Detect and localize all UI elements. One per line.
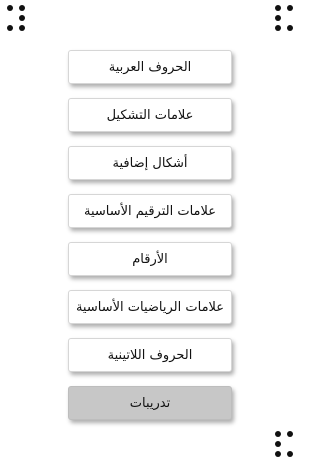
menu-button-label: علامات الرياضيات الأساسية (75, 299, 225, 315)
menu-button-label: الأرقام (132, 251, 168, 267)
menu-button-label: الحروف اللاتينية (107, 347, 193, 363)
menu-button-label: علامات الترقيم الأساسية (83, 203, 217, 219)
braille-cell-icon (275, 431, 295, 457)
menu-button-additional-shapes[interactable]: أشكال إضافية (68, 146, 232, 180)
braille-dot (287, 431, 293, 437)
braille-dot (275, 5, 281, 11)
menu-button-punctuation[interactable]: علامات الترقيم الأساسية (68, 194, 232, 228)
menu-button-label: تدريبات (129, 395, 171, 411)
braille-dot (275, 451, 281, 457)
braille-dot (19, 25, 25, 31)
braille-dot (7, 25, 13, 31)
menu-button-arabic-letters[interactable]: الحروف العربية (68, 50, 232, 84)
braille-dot (7, 5, 13, 11)
menu-button-label: أشكال إضافية (112, 155, 188, 171)
braille-dot (275, 441, 281, 447)
menu-button-numbers[interactable]: الأرقام (68, 242, 232, 276)
menu-button-math-symbols[interactable]: علامات الرياضيات الأساسية (68, 290, 232, 324)
braille-dot (287, 15, 293, 21)
braille-dot (19, 5, 25, 11)
menu-button-exercises[interactable]: تدريبات (68, 386, 232, 420)
menu-button-latin-letters[interactable]: الحروف اللاتينية (68, 338, 232, 372)
braille-dot (275, 25, 281, 31)
braille-dot (287, 25, 293, 31)
braille-dot (287, 5, 293, 11)
menu-button-label: علامات التشكيل (106, 107, 194, 123)
braille-dot (287, 451, 293, 457)
braille-dot (7, 15, 13, 21)
menu-button-label: الحروف العربية (108, 59, 192, 75)
braille-cell-icon (7, 5, 27, 31)
braille-cell-icon (275, 5, 295, 31)
menu-button-diacritics[interactable]: علامات التشكيل (68, 98, 232, 132)
main-menu: الحروف العربية علامات التشكيل أشكال إضاف… (68, 50, 232, 434)
braille-dot (275, 15, 281, 21)
braille-dot (19, 15, 25, 21)
braille-dot (275, 431, 281, 437)
braille-dot (287, 441, 293, 447)
